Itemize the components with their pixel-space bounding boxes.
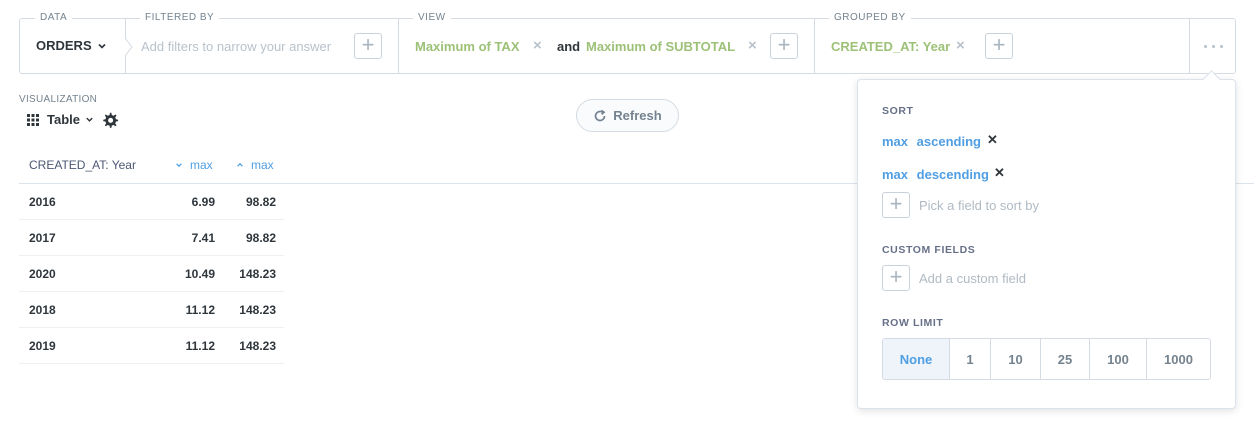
sort-descending-icon xyxy=(176,163,182,168)
more-dots-icon xyxy=(1203,44,1223,48)
add-aggregation-button[interactable]: + xyxy=(770,33,798,59)
aggregation-subtotal[interactable]: Maximum of SUBTOTAL xyxy=(586,39,735,54)
row-limit-100[interactable]: 100 xyxy=(1090,339,1147,379)
table-row: 2017 7.41 98.82 xyxy=(19,220,284,256)
data-label: DATA xyxy=(35,12,73,23)
table-name: ORDERS xyxy=(36,38,92,53)
cell-year: 2017 xyxy=(29,231,56,245)
sort-ascending-icon xyxy=(237,162,243,167)
row-limit-1000[interactable]: 1000 xyxy=(1147,339,1210,379)
cell-max-subtotal: 148.23 xyxy=(239,303,276,317)
add-custom-field-button[interactable]: + xyxy=(882,265,910,291)
cell-year: 2016 xyxy=(29,195,56,209)
refresh-label: Refresh xyxy=(613,108,662,123)
cell-max-tax: 10.49 xyxy=(184,267,215,281)
gear-icon[interactable] xyxy=(101,111,119,129)
refresh-icon xyxy=(594,109,606,121)
chevron-down-icon xyxy=(98,43,106,49)
query-builder: DATA ORDERS FILTERED BY Add filters to n… xyxy=(19,12,1236,74)
aggregation-tax[interactable]: Maximum of TAX xyxy=(415,39,520,54)
view-label: VIEW xyxy=(413,12,451,23)
cell-max-tax: 11.12 xyxy=(185,303,215,317)
add-breakout-button[interactable]: + xyxy=(985,33,1013,59)
group-section: GROUPED BY CREATED_AT: Year × + xyxy=(815,12,1189,73)
remove-sort-icon[interactable]: ✕ xyxy=(987,132,998,148)
remove-aggregation-icon[interactable]: × xyxy=(748,37,757,54)
sort-placeholder: Pick a field to sort by xyxy=(919,197,1039,213)
custom-field-placeholder: Add a custom field xyxy=(919,270,1026,286)
column-header-max-tax[interactable]: max xyxy=(175,158,213,172)
sort-heading: SORT xyxy=(882,105,914,117)
column-header-created-at[interactable]: CREATED_AT: Year xyxy=(29,158,136,172)
sort-direction: ascending xyxy=(916,134,981,149)
chevron-down-icon xyxy=(86,117,93,122)
sort-item-max-ascending[interactable]: max ascending xyxy=(882,134,981,149)
table-row: 2020 10.49 148.23 xyxy=(19,256,284,292)
breakout-field[interactable]: CREATED_AT: Year xyxy=(831,39,950,54)
table-row: 2016 6.99 98.82 xyxy=(19,184,284,220)
and-label: and xyxy=(557,39,581,54)
row-limit-1[interactable]: 1 xyxy=(950,339,991,379)
cell-max-tax: 6.99 xyxy=(191,195,215,209)
column-header-label: max xyxy=(251,158,274,172)
custom-fields-heading: CUSTOM FIELDS xyxy=(882,244,976,256)
filter-placeholder[interactable]: Add filters to narrow your answer xyxy=(141,39,331,54)
add-custom-field-row[interactable]: + Add a custom field xyxy=(882,265,1026,291)
sort-field: max xyxy=(882,134,909,149)
table-grid-icon xyxy=(27,113,39,126)
group-label: GROUPED BY xyxy=(829,12,911,23)
sort-item-max-descending[interactable]: max descending xyxy=(882,167,989,182)
cell-max-subtotal: 148.23 xyxy=(239,267,276,281)
add-sort-row[interactable]: + Pick a field to sort by xyxy=(882,192,1039,218)
cell-max-subtotal: 98.82 xyxy=(245,231,276,245)
remove-aggregation-icon[interactable]: × xyxy=(533,37,542,54)
cell-max-subtotal: 148.23 xyxy=(239,339,276,353)
table-row: 2019 11.12 148.23 xyxy=(19,328,284,364)
row-limit-25[interactable]: 25 xyxy=(1041,339,1090,379)
remove-breakout-icon[interactable]: × xyxy=(956,37,965,54)
row-limit-none[interactable]: None xyxy=(883,339,950,379)
view-section: VIEW Maximum of TAX × and Maximum of SUB… xyxy=(399,12,813,73)
visualization-label: VISUALIZATION xyxy=(19,94,98,105)
data-section: DATA ORDERS xyxy=(20,12,125,73)
column-header-label: max xyxy=(190,158,213,172)
sort-direction: descending xyxy=(916,167,989,182)
query-options-popover: SORT max ascending ✕ max descending ✕ + … xyxy=(857,79,1236,409)
more-options-button[interactable] xyxy=(1190,19,1236,73)
column-header-max-subtotal[interactable]: max xyxy=(236,158,274,172)
add-filter-button[interactable]: + xyxy=(354,33,382,59)
cell-year: 2020 xyxy=(29,267,56,281)
add-sort-button[interactable]: + xyxy=(882,192,910,218)
cell-year: 2018 xyxy=(29,303,56,317)
sort-field: max xyxy=(882,167,909,182)
table-selector[interactable]: ORDERS xyxy=(36,38,107,53)
row-limit-10[interactable]: 10 xyxy=(991,339,1041,379)
row-limit-heading: ROW LIMIT xyxy=(882,317,944,329)
cell-max-subtotal: 98.82 xyxy=(245,195,276,209)
filter-section: FILTERED BY Add filters to narrow your a… xyxy=(126,12,398,73)
row-limit-selector: None 1 10 25 100 1000 xyxy=(882,338,1211,380)
cell-max-tax: 7.41 xyxy=(191,231,215,245)
cell-max-tax: 11.12 xyxy=(185,339,215,353)
refresh-button[interactable]: Refresh xyxy=(576,99,679,132)
table-row: 2018 11.12 148.23 xyxy=(19,292,284,328)
visualization-picker[interactable]: Table xyxy=(27,112,94,127)
visualization-type: Table xyxy=(47,112,80,127)
cell-year: 2019 xyxy=(29,339,56,353)
remove-sort-icon[interactable]: ✕ xyxy=(994,165,1005,181)
filter-label: FILTERED BY xyxy=(140,12,220,23)
